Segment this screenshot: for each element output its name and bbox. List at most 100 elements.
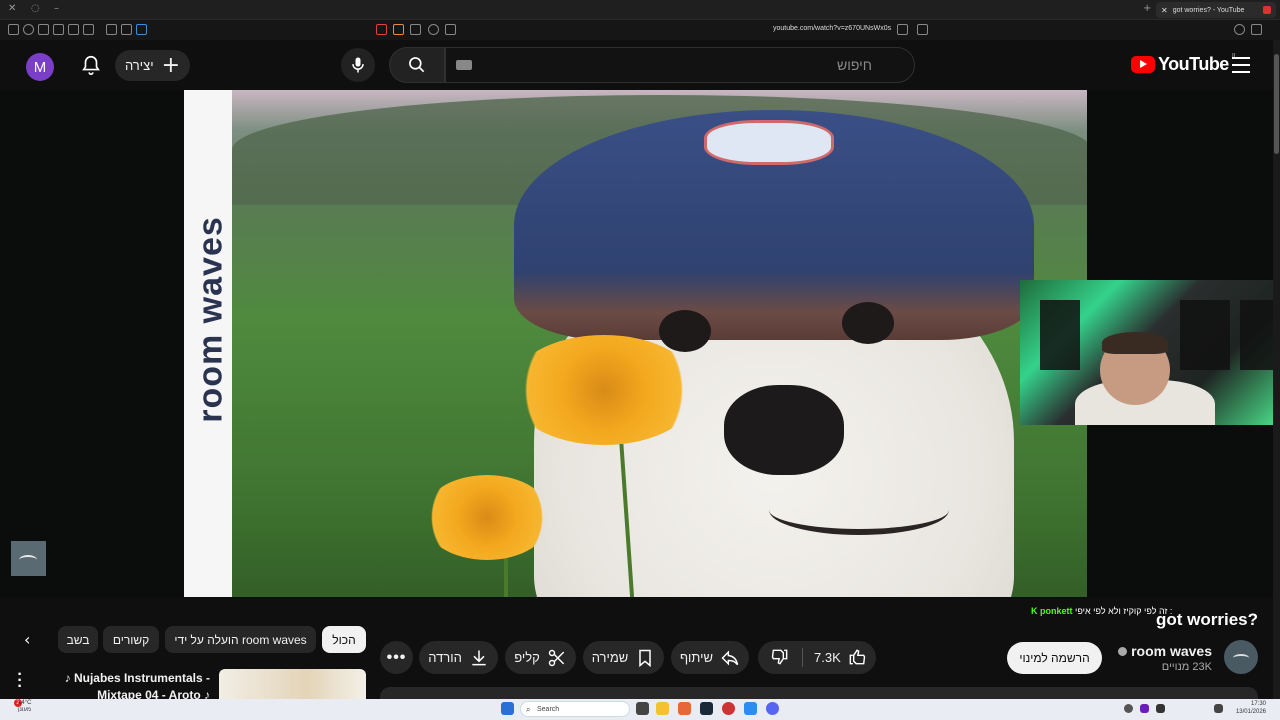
window-icon[interactable]: [53, 24, 64, 35]
search-input[interactable]: [446, 48, 914, 82]
discord-icon[interactable]: [766, 702, 779, 715]
tray-icon[interactable]: [1156, 704, 1165, 713]
like-button[interactable]: 7.3K: [814, 647, 867, 667]
app-icon[interactable]: [744, 702, 757, 715]
browser-tab[interactable]: ✕ got worries? - YouTube: [1156, 2, 1276, 18]
bookmark-star-icon[interactable]: [917, 24, 928, 35]
menu-icon[interactable]: [1232, 57, 1250, 73]
clip-button[interactable]: קליפ: [505, 641, 576, 674]
channel-name-row[interactable]: room waves: [1118, 643, 1212, 659]
recommendation-thumbnail[interactable]: [219, 669, 366, 699]
like-separator: [802, 648, 803, 667]
location-icon[interactable]: [23, 24, 34, 35]
reload-icon[interactable]: [1234, 24, 1245, 35]
chevron-left-icon[interactable]: ‹: [24, 630, 30, 649]
new-tab-icon[interactable]: +: [1143, 3, 1151, 14]
windows-start-icon[interactable]: [501, 702, 514, 715]
save-label: שמירה: [591, 650, 629, 665]
chip-recent[interactable]: בשב: [58, 626, 98, 653]
like-dislike-group: 7.3K: [758, 641, 876, 674]
back-icon[interactable]: [410, 24, 421, 35]
close-tab-icon[interactable]: ✕: [1161, 6, 1168, 15]
share-icon: [721, 649, 739, 666]
task-view-icon[interactable]: [636, 702, 649, 715]
browser-titlebar: ✕ ◌ – + ✕ got worries? - YouTube: [0, 0, 1280, 20]
channel-avatar[interactable]: [1224, 640, 1258, 674]
search-icon: [409, 57, 425, 73]
video-frame[interactable]: room waves: [184, 90, 1087, 597]
app-icon[interactable]: [722, 702, 735, 715]
youtube-favicon-icon: [1263, 6, 1271, 14]
weather-temperature: 14°C: [18, 700, 32, 706]
taskbar-search[interactable]: ⌕ Search: [520, 701, 630, 717]
close-window-icon[interactable]: ✕: [8, 3, 16, 14]
restore-window-icon[interactable]: ◌: [31, 3, 40, 14]
dog-eye-left: [659, 310, 711, 352]
extension-icon[interactable]: [376, 24, 387, 35]
brave-shield-icon[interactable]: [393, 24, 404, 35]
chip-uploaded-by[interactable]: הועלה על ידי room waves: [165, 626, 316, 653]
dog-mouth: [769, 485, 949, 535]
tray-icon[interactable]: [1140, 704, 1149, 713]
plus-icon: +: [161, 52, 181, 78]
forward-icon[interactable]: [1251, 24, 1262, 35]
search-button[interactable]: [389, 47, 445, 83]
avatar[interactable]: M: [26, 53, 54, 81]
streamer-hair: [1102, 332, 1168, 354]
tab-title: got worries? - YouTube: [1172, 6, 1245, 14]
brave-browser-icon[interactable]: [678, 702, 691, 715]
clock-date: 13/01/2026: [1235, 709, 1266, 715]
bookmarks-icon[interactable]: [121, 24, 132, 35]
taskbar-clock[interactable]: 17:30 13/01/2026: [1236, 700, 1266, 716]
dog-nose: [724, 385, 844, 475]
more-horizontal-icon: •••: [386, 648, 407, 666]
acoustic-panel: [1180, 300, 1230, 370]
dislike-icon: [771, 649, 788, 665]
share-button[interactable]: שיתוף: [671, 641, 749, 674]
description-box[interactable]: [380, 687, 1258, 699]
download-button[interactable]: הורדה: [419, 641, 498, 674]
url-field[interactable]: youtube.com/watch?v=z670UNsWx0s: [773, 25, 891, 32]
voice-search-button[interactable]: [341, 48, 375, 82]
cast-icon[interactable]: [445, 24, 456, 35]
translate-icon[interactable]: [897, 24, 908, 35]
reader-icon[interactable]: [68, 24, 79, 35]
youtube-logo[interactable]: YouTube IL: [1131, 53, 1238, 75]
more-actions-button[interactable]: •••: [380, 641, 413, 674]
file-explorer-icon[interactable]: [656, 702, 669, 715]
subscribe-button[interactable]: הרשמה למינוי: [1007, 642, 1102, 674]
tabs-icon[interactable]: [106, 24, 117, 35]
minimize-window-icon[interactable]: –: [54, 3, 59, 14]
video-overlay-strip: room waves: [184, 90, 232, 597]
kick-icon: K: [1031, 606, 1038, 616]
chip-all[interactable]: הכול: [322, 626, 366, 653]
chip-related[interactable]: קשורים: [103, 626, 159, 653]
share-label: שיתוף: [679, 650, 714, 665]
more-vertical-icon[interactable]: · · ·: [15, 667, 25, 695]
dog-eye-right: [842, 302, 894, 344]
chat-username: ponkett: [1040, 606, 1073, 616]
mic-icon: [352, 57, 364, 73]
windows-taskbar: 2 ⌕ Search: [0, 699, 1280, 720]
channel-watermark-icon[interactable]: [11, 541, 46, 576]
create-button[interactable]: יצירה +: [115, 50, 190, 81]
like-count: 7.3K: [814, 649, 841, 665]
keyboard-icon[interactable]: [456, 60, 472, 70]
bookmark-icon: [639, 649, 652, 667]
music-icon[interactable]: [83, 24, 94, 35]
sidebar-icon[interactable]: [8, 24, 19, 35]
weather-widget[interactable]: 14°C מעונן: [18, 700, 31, 714]
channel-name[interactable]: room waves: [1131, 643, 1212, 659]
tray-icon[interactable]: [1124, 704, 1133, 713]
zoom-icon[interactable]: [428, 24, 439, 35]
scissors-icon: [548, 649, 564, 666]
speaker-icon[interactable]: [1214, 704, 1223, 713]
screenshot-icon[interactable]: [38, 24, 49, 35]
steam-icon[interactable]: [700, 702, 713, 715]
notifications-bell-icon[interactable]: [80, 54, 102, 76]
save-button[interactable]: שמירה: [583, 641, 664, 674]
page-scrollbar[interactable]: [1273, 40, 1280, 720]
dislike-button[interactable]: [770, 647, 790, 670]
live-chat-message: K ponkett זה לפי קוקיז ולא לפי איפי :: [1031, 606, 1172, 616]
audio-icon[interactable]: [136, 24, 147, 35]
